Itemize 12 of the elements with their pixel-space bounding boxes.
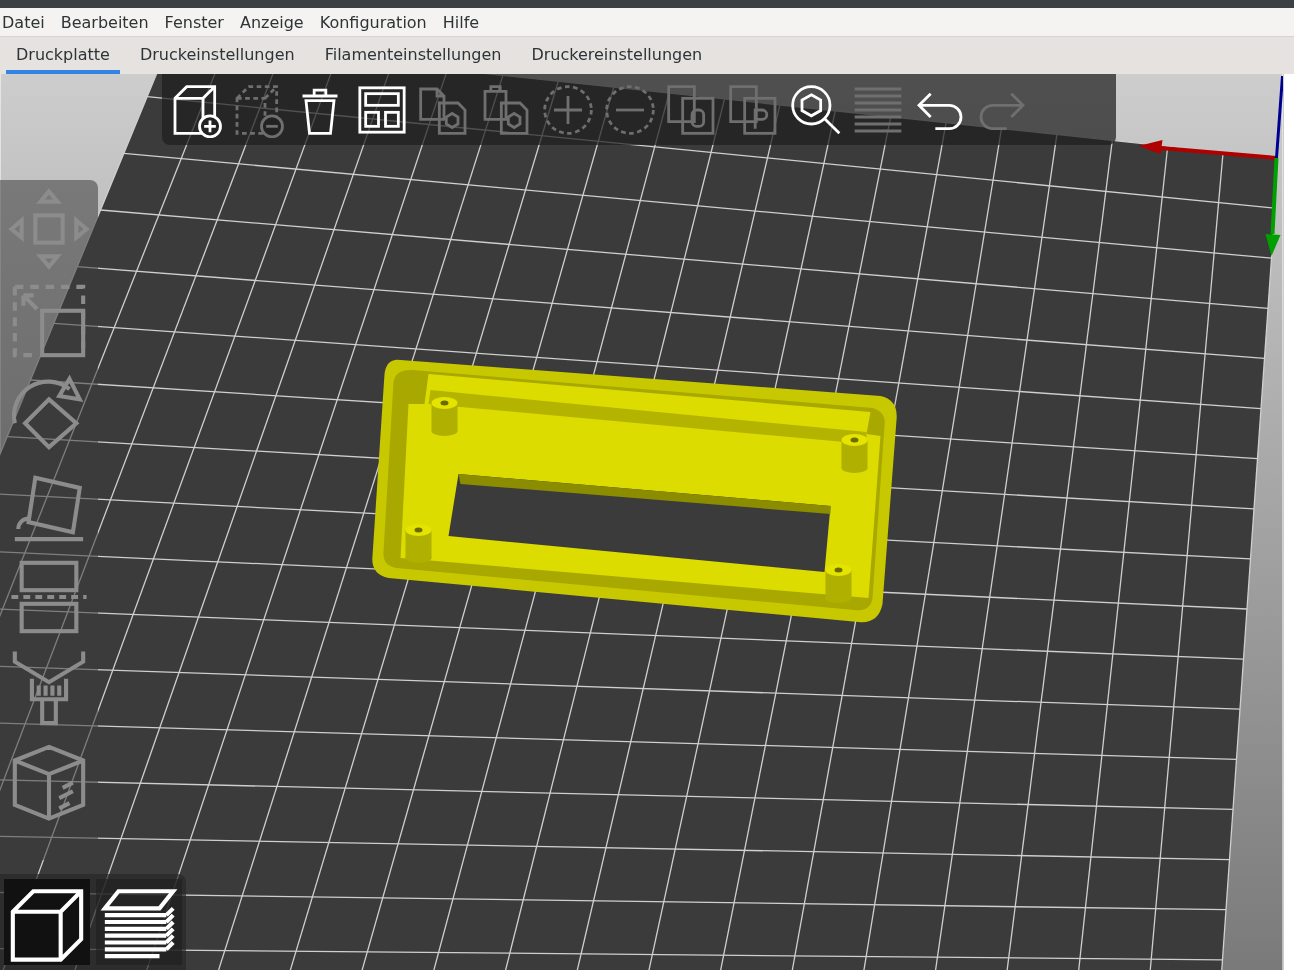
move-icon — [8, 188, 90, 270]
tab[interactable]: Druckereinstellungen — [521, 38, 713, 74]
view-button[interactable] — [96, 879, 182, 965]
view-button[interactable] — [4, 879, 90, 965]
tab[interactable]: Druckeinstellungen — [129, 38, 305, 74]
menu-item[interactable]: Datei — [2, 9, 53, 35]
menu-item[interactable]: Bearbeiten — [60, 9, 157, 35]
menu-item[interactable]: Konfiguration — [319, 9, 435, 35]
menu-item[interactable]: Hilfe — [442, 9, 488, 35]
tab[interactable]: Filamenteinstellungen — [314, 38, 512, 74]
menu-item[interactable]: Anzeige — [239, 9, 312, 35]
menu-item[interactable]: Fenster — [164, 9, 232, 35]
